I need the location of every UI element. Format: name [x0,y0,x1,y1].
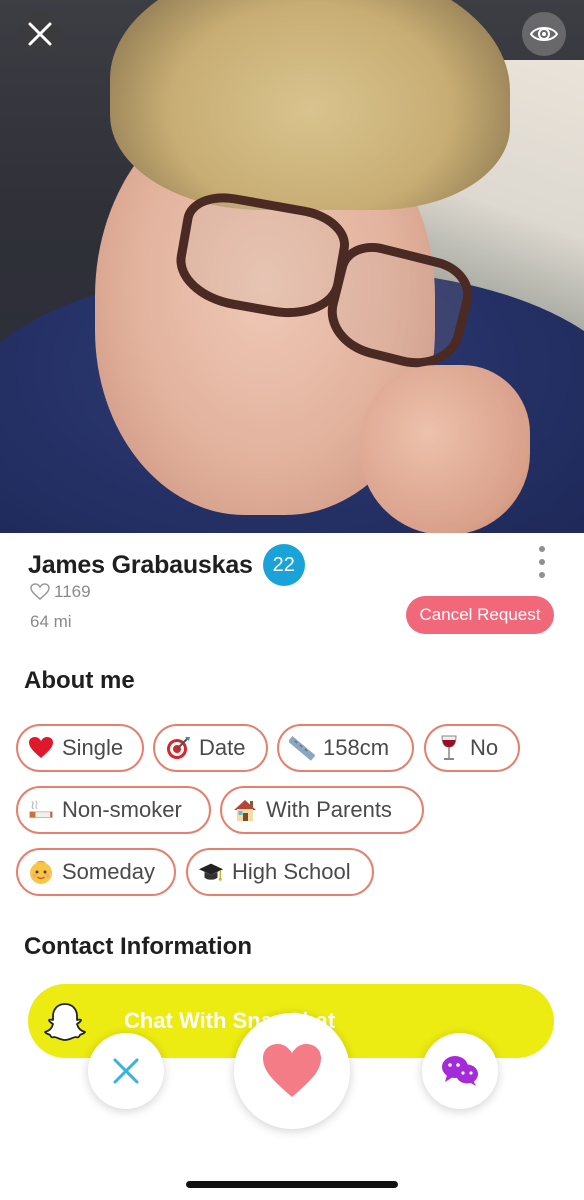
close-icon [28,22,52,46]
tag-chip: Date [153,724,268,772]
house-icon [232,797,258,823]
heart-icon [263,1044,321,1097]
tag-label: With Parents [266,797,392,822]
close-button[interactable] [18,12,62,56]
pass-button[interactable] [88,1033,164,1109]
heart-icon [28,735,54,761]
more-dot-icon [539,546,545,552]
heart-outline-icon [30,583,50,600]
chat-bubbles-icon [442,1056,478,1086]
tag-label: 158cm [323,735,390,760]
tag-label: Non-smoker [62,797,182,822]
baby-icon [28,859,54,885]
photo-hair [110,0,510,210]
tag-chip: Someday [16,848,176,896]
cigarette-icon [28,797,54,823]
tag-label: Someday [62,859,155,884]
tag-chip: No [424,724,520,772]
more-dot-icon [539,559,545,565]
tag-label: Date [199,735,246,760]
tag-chip: 158cm [277,724,414,772]
wine-glass-icon [436,735,462,761]
graduation-cap-icon [198,859,224,885]
age-badge: 22 [262,544,305,586]
likes-count-row: 1169 [30,582,91,602]
likes-count: 1169 [54,582,91,601]
about-title: About me [24,667,135,694]
eye-icon [529,27,559,41]
tag-label: No [470,735,499,760]
tag-chip: With Parents [220,786,424,834]
tag-label: High School [232,859,351,884]
contact-title: Contact Information [24,933,252,960]
tag-chip: High School [186,848,374,896]
x-icon [113,1058,139,1084]
like-button[interactable] [234,1013,350,1129]
ruler-icon [289,735,315,761]
photo-hand [360,365,530,533]
profile-name: James Grabauskas [28,550,253,579]
more-dot-icon [539,572,545,578]
profile-name-row: James Grabauskas 22 [28,544,305,586]
snapchat-icon [28,984,102,1058]
view-button[interactable] [522,12,566,56]
tag-label: Single [62,735,124,760]
more-options-button[interactable] [534,546,550,578]
chat-button[interactable] [422,1033,498,1109]
profile-photo[interactable] [0,0,584,533]
cancel-request-button[interactable]: Cancel Request [406,596,554,634]
home-indicator [186,1181,398,1188]
distance-label: 64 mi [30,612,72,631]
tag-chip: Non-smoker [16,786,211,834]
tag-chip: Single [16,724,144,772]
target-icon [165,735,191,761]
